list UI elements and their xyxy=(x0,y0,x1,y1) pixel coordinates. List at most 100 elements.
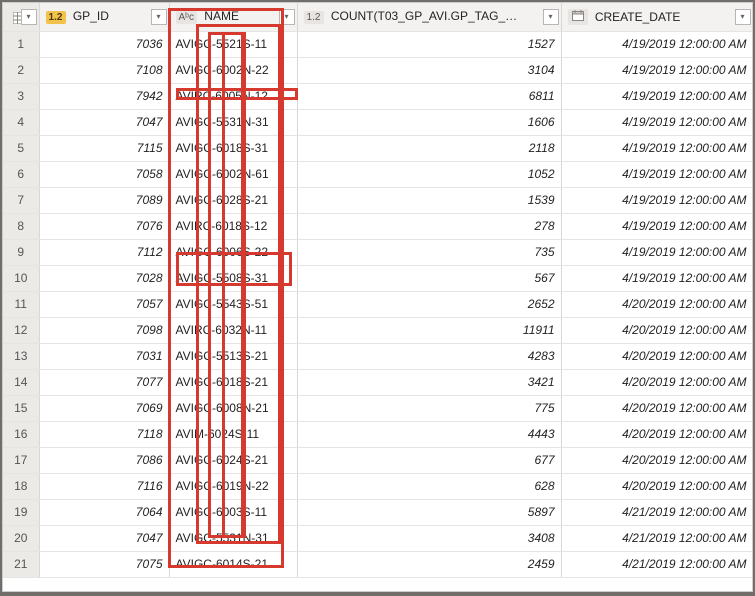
cell-gp-id: 7118 xyxy=(39,421,169,447)
row-number: 19 xyxy=(3,499,39,525)
cell-name: AVIRC-6018S-12 xyxy=(169,213,297,239)
table-row[interactable]: 107028AVIGC-5508S-315674/19/2019 12:00:0… xyxy=(3,265,753,291)
table-row[interactable]: 17036AVIGC-5521S-1115274/19/2019 12:00:0… xyxy=(3,31,753,57)
row-number: 10 xyxy=(3,265,39,291)
cell-name: AVIGC-6002N-22 xyxy=(169,57,297,83)
cell-gp-id: 7098 xyxy=(39,317,169,343)
cell-count: 775 xyxy=(297,395,561,421)
table-row[interactable]: 37942AVIRC-6005N-1268114/19/2019 12:00:0… xyxy=(3,83,753,109)
filter-dropdown[interactable]: ▾ xyxy=(151,9,167,25)
row-number: 13 xyxy=(3,343,39,369)
header-row: ▾ 1.2 GP_ID ▾ Aᵇc NAME ▾ 1.2 COUNT(T03_G… xyxy=(3,3,753,31)
table-row[interactable]: 57115AVIGC-6018S-3121184/19/2019 12:00:0… xyxy=(3,135,753,161)
table-row[interactable]: 117057AVIGC-5543S-5126524/20/2019 12:00:… xyxy=(3,291,753,317)
cell-name: AVIM-6024S-11 xyxy=(169,421,297,447)
cell-name: AVIGC-6003S-11 xyxy=(169,499,297,525)
col-label: NAME xyxy=(204,9,239,23)
col-label: COUNT(T03_GP_AVI.GP_TAG_… xyxy=(331,9,517,23)
table-row[interactable]: 77089AVIGC-6028S-2115394/19/2019 12:00:0… xyxy=(3,187,753,213)
cell-create-date: 4/19/2019 12:00:00 AM xyxy=(561,187,753,213)
table-row[interactable]: 217075AVIGC-6014S-2124594/21/2019 12:00:… xyxy=(3,551,753,577)
cell-gp-id: 7089 xyxy=(39,187,169,213)
table-row[interactable]: 47047AVIGC-5531N-3116064/19/2019 12:00:0… xyxy=(3,109,753,135)
type-tag-number: 1.2 xyxy=(304,11,324,24)
filter-dropdown[interactable]: ▾ xyxy=(279,9,295,25)
type-tag-number: 1.2 xyxy=(46,11,66,24)
table-row[interactable]: 137031AVIGC-5513S-2142834/20/2019 12:00:… xyxy=(3,343,753,369)
cell-gp-id: 7031 xyxy=(39,343,169,369)
table-row[interactable]: 187116AVIGC-6019N-226284/20/2019 12:00:0… xyxy=(3,473,753,499)
cell-count: 6811 xyxy=(297,83,561,109)
table-row[interactable]: 157069AVIGC-6008N-217754/20/2019 12:00:0… xyxy=(3,395,753,421)
cell-create-date: 4/20/2019 12:00:00 AM xyxy=(561,317,753,343)
type-tag-text: Aᵇc xyxy=(176,11,197,24)
cell-count: 567 xyxy=(297,265,561,291)
type-tag-date xyxy=(568,9,588,25)
cell-gp-id: 7047 xyxy=(39,109,169,135)
table-row[interactable]: 197064AVIGC-6003S-1158974/21/2019 12:00:… xyxy=(3,499,753,525)
cell-name: AVIGC-6014S-21 xyxy=(169,551,297,577)
row-number: 15 xyxy=(3,395,39,421)
cell-gp-id: 7112 xyxy=(39,239,169,265)
col-header-create-date[interactable]: CREATE_DATE ▾ xyxy=(561,3,753,31)
data-table: ▾ 1.2 GP_ID ▾ Aᵇc NAME ▾ 1.2 COUNT(T03_G… xyxy=(3,3,753,578)
col-header-name[interactable]: Aᵇc NAME ▾ xyxy=(169,3,297,31)
cell-name: AVIGC-5513S-21 xyxy=(169,343,297,369)
cell-count: 3104 xyxy=(297,57,561,83)
cell-gp-id: 7058 xyxy=(39,161,169,187)
row-number: 12 xyxy=(3,317,39,343)
cell-gp-id: 7076 xyxy=(39,213,169,239)
cell-gp-id: 7069 xyxy=(39,395,169,421)
data-grid[interactable]: ▾ 1.2 GP_ID ▾ Aᵇc NAME ▾ 1.2 COUNT(T03_G… xyxy=(2,2,753,592)
table-row[interactable]: 87076AVIRC-6018S-122784/19/2019 12:00:00… xyxy=(3,213,753,239)
table-row[interactable]: 127098AVIRC-6032N-11119114/20/2019 12:00… xyxy=(3,317,753,343)
table-row[interactable]: 177086AVIGC-6024S-216774/20/2019 12:00:0… xyxy=(3,447,753,473)
cell-create-date: 4/20/2019 12:00:00 AM xyxy=(561,447,753,473)
cell-create-date: 4/20/2019 12:00:00 AM xyxy=(561,369,753,395)
cell-count: 2118 xyxy=(297,135,561,161)
cell-gp-id: 7064 xyxy=(39,499,169,525)
cell-gp-id: 7047 xyxy=(39,525,169,551)
table-row[interactable]: 67058AVIGC-6002N-6110524/19/2019 12:00:0… xyxy=(3,161,753,187)
cell-name: AVIGC-6018S-21 xyxy=(169,369,297,395)
cell-gp-id: 7942 xyxy=(39,83,169,109)
table-row[interactable]: 207047AVIGC-5531N-3134084/21/2019 12:00:… xyxy=(3,525,753,551)
filter-dropdown[interactable]: ▾ xyxy=(735,9,751,25)
table-row[interactable]: 97112AVIGC-6006S-227354/19/2019 12:00:00… xyxy=(3,239,753,265)
table-row[interactable]: 27108AVIGC-6002N-2231044/19/2019 12:00:0… xyxy=(3,57,753,83)
cell-name: AVIGC-6028S-21 xyxy=(169,187,297,213)
cell-create-date: 4/19/2019 12:00:00 AM xyxy=(561,109,753,135)
cell-count: 3421 xyxy=(297,369,561,395)
cell-create-date: 4/19/2019 12:00:00 AM xyxy=(561,57,753,83)
cell-create-date: 4/19/2019 12:00:00 AM xyxy=(561,135,753,161)
cell-create-date: 4/21/2019 12:00:00 AM xyxy=(561,499,753,525)
cell-name: AVIGC-5521S-11 xyxy=(169,31,297,57)
cell-gp-id: 7036 xyxy=(39,31,169,57)
cell-name: AVIGC-6008N-21 xyxy=(169,395,297,421)
col-label: GP_ID xyxy=(73,9,109,23)
table-row[interactable]: 147077AVIGC-6018S-2134214/20/2019 12:00:… xyxy=(3,369,753,395)
corner-cell[interactable]: ▾ xyxy=(3,3,39,31)
cell-count: 2459 xyxy=(297,551,561,577)
col-header-gp-id[interactable]: 1.2 GP_ID ▾ xyxy=(39,3,169,31)
cell-count: 4283 xyxy=(297,343,561,369)
cell-create-date: 4/20/2019 12:00:00 AM xyxy=(561,473,753,499)
cell-name: AVIRC-6032N-11 xyxy=(169,317,297,343)
cell-count: 11911 xyxy=(297,317,561,343)
cell-name: AVIGC-5543S-51 xyxy=(169,291,297,317)
cell-count: 1539 xyxy=(297,187,561,213)
corner-dropdown[interactable]: ▾ xyxy=(21,9,37,25)
cell-create-date: 4/20/2019 12:00:00 AM xyxy=(561,395,753,421)
cell-name: AVIGC-6019N-22 xyxy=(169,473,297,499)
cell-create-date: 4/20/2019 12:00:00 AM xyxy=(561,343,753,369)
table-row[interactable]: 167118AVIM-6024S-1144434/20/2019 12:00:0… xyxy=(3,421,753,447)
filter-dropdown[interactable]: ▾ xyxy=(543,9,559,25)
row-number: 1 xyxy=(3,31,39,57)
cell-count: 735 xyxy=(297,239,561,265)
cell-count: 3408 xyxy=(297,525,561,551)
row-number: 3 xyxy=(3,83,39,109)
cell-name: AVIGC-6024S-21 xyxy=(169,447,297,473)
col-header-count[interactable]: 1.2 COUNT(T03_GP_AVI.GP_TAG_… ▾ xyxy=(297,3,561,31)
cell-name: AVIGC-6002N-61 xyxy=(169,161,297,187)
row-number: 2 xyxy=(3,57,39,83)
